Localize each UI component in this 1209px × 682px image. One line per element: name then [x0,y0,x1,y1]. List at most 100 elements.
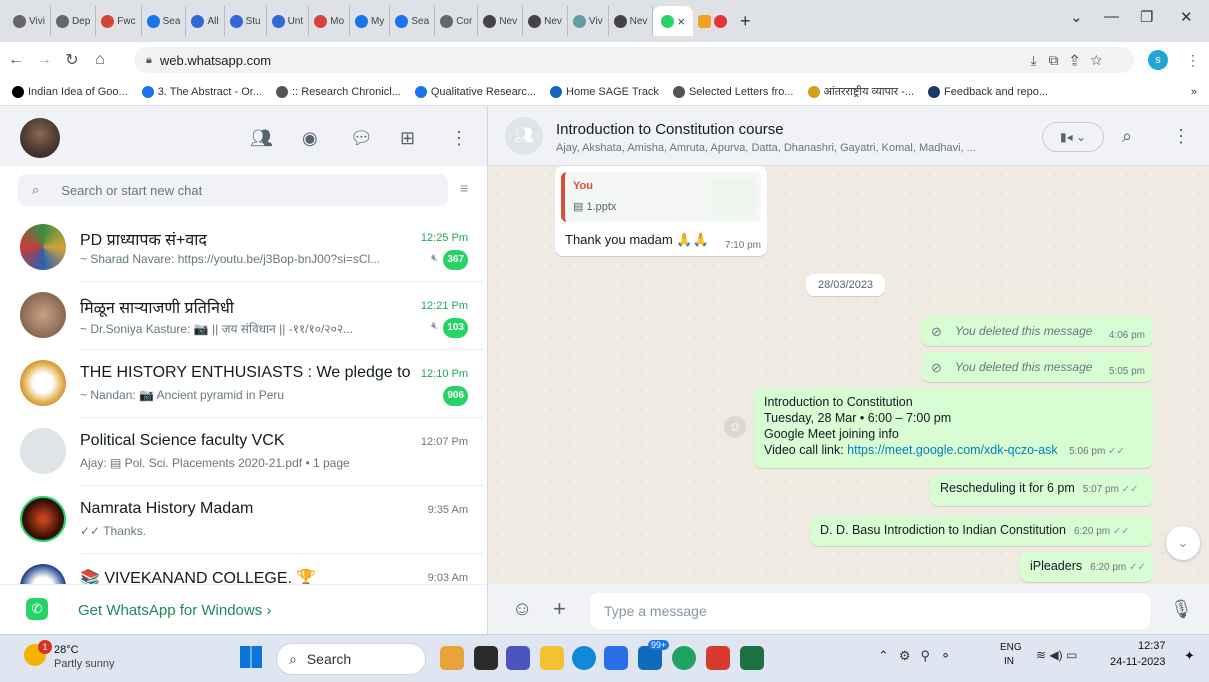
browser-tab[interactable]: Mo [309,6,351,36]
tab-extra[interactable] [693,6,732,36]
weather-temp[interactable]: 28°C [54,644,79,656]
bookmark-item[interactable]: :: Research Chronicl... [276,85,401,98]
new-chat-icon[interactable]: ⊞ [400,128,415,149]
bookmark-item[interactable]: Feedback and repo... [928,85,1048,98]
browser-tab[interactable]: Fwc [96,6,142,36]
bookmark-item[interactable]: Qualitative Researc... [414,85,536,98]
search-messages-icon[interactable]: ⌕ [1122,126,1132,147]
windows-start-icon[interactable] [240,646,262,668]
group-name[interactable]: Introduction to Constitution course [556,121,784,138]
profile-avatar[interactable]: s [1148,50,1168,70]
message-input[interactable]: Type a message [590,593,1150,629]
clock-time[interactable]: 12:37 [1138,640,1166,652]
chat-list-item[interactable]: Namrata History Madam ✓✓ Thanks. 9:35 Am [0,486,484,554]
url-action-icons[interactable]: ⤓⧉⇪☆ [1030,52,1114,69]
group-avatar-icon[interactable]: 👥︎ [505,117,543,155]
forward-icon[interactable]: → [32,51,56,69]
browser-tab[interactable]: Nev [523,6,568,36]
communities-icon[interactable]: 👥︎ [250,128,273,149]
notification-icon[interactable]: ✦ [1184,648,1195,664]
browser-tab[interactable]: Nev [609,6,654,36]
chat-avatar[interactable] [20,360,66,406]
message-bubble-in[interactable]: You ▤ 1.pptx Thank you madam 🙏🙏 7:10 pm [555,166,767,256]
network-sound-battery-icons[interactable]: ≋ ◀) ▭ [1036,648,1077,662]
forward-icon[interactable]: ☺ [724,416,746,438]
weather-desc[interactable]: Partly sunny [54,658,115,670]
restore-icon[interactable]: ❐ [1140,8,1153,26]
chrome-icon[interactable] [672,646,696,670]
browser-menu-icon[interactable]: ⋮ [1186,52,1200,69]
clock-date[interactable]: 24-11-2023 [1110,656,1165,668]
microphone-icon[interactable]: 🎙︎ [1170,599,1193,620]
chat-avatar[interactable] [20,428,66,474]
tab-close-icon[interactable]: × [677,14,685,29]
browser-tab[interactable]: My [350,6,391,36]
browser-tab[interactable]: Stu [225,6,267,36]
store-icon[interactable] [604,646,628,670]
home-icon[interactable]: ⌂ [88,51,112,69]
chat-list-item[interactable]: मिळून सार्‍याजणी प्रतिनिधी ~ Dr.Soniya Ka… [0,282,484,350]
meet-link[interactable]: https://meet.google.com/xdk-qczo-ask [847,443,1058,457]
message-bubble-out[interactable]: Rescheduling it for 6 pm 5:07 pm ✓✓ [930,474,1153,506]
bookmark-item[interactable]: Selected Letters fro... [672,85,794,98]
excel-icon[interactable] [740,646,764,670]
browser-tab[interactable]: Cor [435,6,479,36]
tray-icons[interactable]: ⌃⚙⚲⚬ [878,648,961,664]
chat-avatar[interactable] [20,292,66,338]
conversation-menu-icon[interactable]: ⋮ [1172,126,1190,147]
file-explorer-icon[interactable] [540,646,564,670]
message-bubble-out[interactable]: ⊘ You deleted this message 4:06 pm [921,316,1153,346]
get-app-link[interactable]: Get WhatsApp for Windows › [78,602,271,619]
scroll-down-icon[interactable]: ⌄ [1166,526,1200,560]
search-input[interactable]: ⌕ Search or start new chat [18,174,448,206]
region-label[interactable]: IN [1004,656,1014,667]
bookmark-item[interactable]: आंतरराष्ट्रीय व्यापार -... [807,84,914,99]
tab-whatsapp[interactable]: × [653,6,694,36]
message-bubble-out[interactable]: D. D. Basu Introdiction to Indian Consti… [810,516,1153,546]
browser-tab[interactable]: Unt [267,6,310,36]
language-label[interactable]: ENG [1000,642,1022,653]
edge-icon[interactable] [572,646,596,670]
url-field[interactable]: 🔒︎ web.whatsapp.com ⤓⧉⇪☆ [134,47,1134,73]
message-bubble-out[interactable]: iPleaders 6:20 pm ✓✓ [1020,552,1153,582]
chat-list-item[interactable]: PD प्राध्यापक सं+वाद ~ Sharad Navare: htt… [0,214,484,282]
browser-tab[interactable]: Nev [478,6,524,36]
chat-list-item[interactable]: 📚 VIVEKANAND COLLEGE. 🏆 9:03 Am [0,554,484,584]
emoji-icon[interactable]: ☺ [512,598,532,621]
status-icon[interactable]: ◉ [302,128,318,149]
chat-avatar[interactable] [20,496,66,542]
video-call-button[interactable]: ▮◂ ⌄ [1042,122,1104,152]
browser-tab[interactable]: Sea [142,6,187,36]
chat-avatar[interactable] [20,224,66,270]
user-avatar[interactable] [20,118,60,158]
browser-tab[interactable]: Sea [390,6,436,36]
browser-tab[interactable]: Dep [51,6,97,36]
attach-icon[interactable]: + [553,596,566,622]
filter-icon[interactable]: ≡ [460,180,468,196]
bookmarks-more-icon[interactable]: » [1191,86,1197,98]
chat-avatar[interactable] [20,564,66,584]
browser-tab[interactable]: Viv [568,6,609,36]
menu-icon[interactable]: ⋮ [450,128,468,149]
taskbar-search[interactable]: ⌕ Search [276,643,426,675]
task-view-icon[interactable] [474,646,498,670]
browser-tab[interactable]: Vivi [8,6,51,36]
close-window-icon[interactable]: ✕ [1180,8,1193,26]
new-tab-button[interactable]: + [740,11,751,32]
acrobat-icon[interactable] [706,646,730,670]
minimize-icon[interactable]: — [1104,8,1119,25]
message-bubble-out[interactable]: ⊘ You deleted this message 5:05 pm [921,352,1153,382]
teams-icon[interactable] [506,646,530,670]
bookmark-item[interactable]: Home SAGE Track [550,85,659,98]
chat-list-item[interactable]: Political Science faculty VCK Ajay: ▤ Pol… [0,418,484,486]
bookmark-item[interactable]: 3. The Abstract - Or... [141,85,262,98]
tab-search-icon[interactable]: ⌄ [1070,8,1083,26]
chat-list-item[interactable]: THE HISTORY ENTHUSIASTS : We pledge to .… [0,350,484,418]
event-message-bubble[interactable]: Introduction to Constitution Tuesday, 28… [754,388,1153,468]
reload-icon[interactable]: ↻ [60,50,84,70]
channels-icon[interactable]: 💬︎ [350,128,373,149]
back-icon[interactable]: ← [4,51,28,69]
browser-tab[interactable]: All [186,6,225,36]
app-icon-1[interactable] [440,646,464,670]
message-area[interactable]: You ▤ 1.pptx Thank you madam 🙏🙏 7:10 pm … [488,166,1209,584]
